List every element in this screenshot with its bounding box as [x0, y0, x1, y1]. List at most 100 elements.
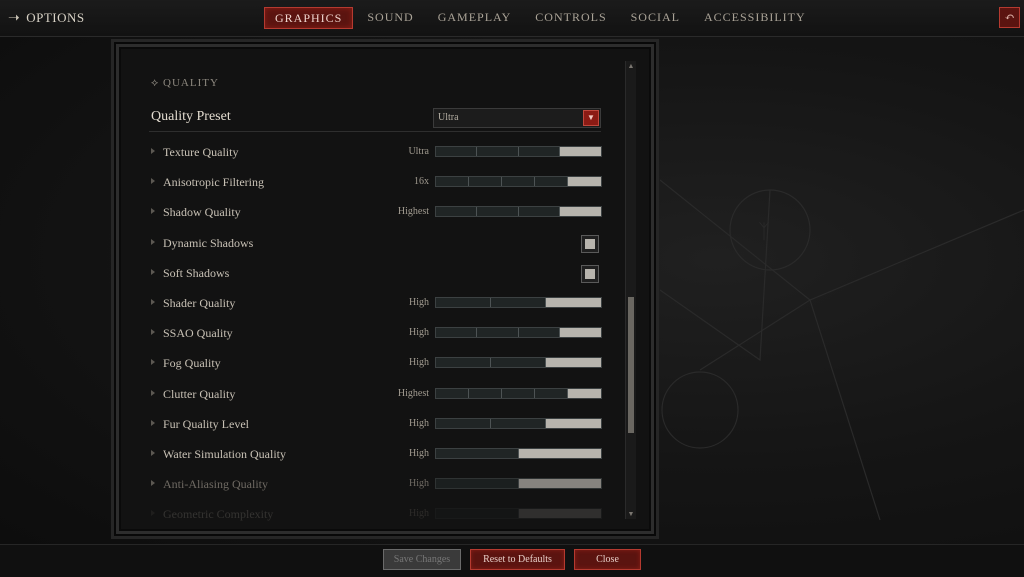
settings-panel: ⟡ QUALITY Quality Preset Ultra ▼ Texture… [116, 44, 654, 534]
slider-fill [518, 479, 601, 489]
setting-row-anisotropic-filtering[interactable]: Anisotropic Filtering 16x [139, 173, 609, 193]
slider-segment [491, 418, 546, 428]
tab-gameplay[interactable]: GAMEPLAY [428, 7, 522, 27]
background-sigil: ᛉ [660, 179, 1024, 521]
setting-row-soft-shadows[interactable]: Soft Shadows [139, 264, 609, 284]
setting-label: Fur Quality Level [163, 416, 249, 431]
setting-checkbox[interactable] [581, 264, 599, 283]
setting-row-shader-quality[interactable]: Shader Quality High [139, 294, 609, 314]
slider-segment [491, 358, 546, 368]
setting-slider[interactable] [435, 417, 602, 429]
slider-fill [559, 328, 601, 338]
tab-accessibility[interactable]: ACCESSIBILITY [694, 7, 816, 27]
setting-row-anti-aliasing-quality[interactable]: Anti-Aliasing Quality High [139, 475, 609, 495]
setting-slider[interactable] [435, 478, 602, 490]
options-title-text: OPTIONS [26, 10, 85, 25]
scroll-up-icon[interactable]: ▲ [626, 61, 636, 71]
expand-caret-icon[interactable] [151, 178, 155, 185]
slider-segment [491, 298, 546, 307]
slider-segment [436, 509, 519, 519]
expand-caret-icon[interactable] [151, 268, 155, 275]
setting-row-ssao-quality[interactable]: SSAO Quality High [139, 324, 609, 344]
slider-segment [469, 388, 502, 398]
settings-scroll-area[interactable]: ⟡ QUALITY Quality Preset Ultra ▼ Texture… [139, 61, 609, 521]
options-arrow-icon: ➝ [8, 10, 21, 26]
setting-row-fog-quality[interactable]: Fog Quality High [139, 354, 609, 374]
expand-caret-icon[interactable] [151, 299, 155, 305]
setting-slider[interactable] [435, 297, 602, 308]
setting-slider[interactable] [435, 508, 602, 520]
setting-slider[interactable] [435, 176, 602, 188]
slider-segment [502, 177, 535, 187]
setting-value: Ultra [408, 146, 429, 157]
save-changes-button[interactable]: Save Changes [383, 549, 461, 570]
setting-label: Anti-Aliasing Quality [163, 477, 268, 492]
expand-caret-icon[interactable] [151, 510, 155, 517]
slider-segment [436, 418, 491, 428]
setting-row-dynamic-shadows[interactable]: Dynamic Shadows [139, 234, 609, 254]
slider-segment [519, 328, 560, 338]
expand-caret-icon[interactable] [151, 238, 155, 245]
options-title[interactable]: ➝ OPTIONS [8, 8, 85, 28]
slider-fill [546, 298, 601, 307]
setting-slider[interactable] [435, 206, 602, 218]
setting-label: SSAO Quality [163, 326, 233, 341]
slider-segment [519, 207, 560, 217]
expand-caret-icon[interactable] [151, 419, 155, 426]
slider-fill [559, 207, 601, 217]
setting-value: High [409, 297, 429, 308]
slider-segment [436, 388, 469, 398]
expand-caret-icon[interactable] [151, 389, 155, 396]
slider-segment [436, 479, 519, 489]
setting-row-water-simulation-quality[interactable]: Water Simulation Quality High [139, 445, 609, 465]
setting-slider[interactable] [435, 448, 602, 459]
setting-label: Dynamic Shadows [163, 235, 254, 250]
close-button[interactable]: Close [574, 549, 641, 570]
tab-sound[interactable]: SOUND [357, 7, 423, 27]
expand-caret-icon[interactable] [151, 480, 155, 487]
tab-controls[interactable]: CONTROLS [525, 7, 616, 27]
setting-label: Anisotropic Filtering [163, 175, 264, 190]
scrollbar[interactable]: ▲ ▼ [625, 61, 636, 519]
slider-fill [559, 147, 601, 156]
scroll-down-icon[interactable]: ▼ [626, 509, 636, 519]
setting-row-geometric-complexity[interactable]: Geometric Complexity High [139, 505, 609, 521]
reset-to-defaults-button[interactable]: Reset to Defaults [470, 549, 565, 570]
setting-row-fur-quality-level[interactable]: Fur Quality Level High [139, 415, 609, 435]
setting-checkbox[interactable] [581, 234, 599, 253]
scrollbar-thumb[interactable] [628, 297, 634, 433]
dropdown-arrow-icon[interactable]: ▼ [583, 110, 599, 126]
setting-row-texture-quality[interactable]: Texture Quality Ultra [139, 143, 609, 163]
setting-slider[interactable] [435, 387, 602, 399]
setting-row-shadow-quality[interactable]: Shadow Quality Highest [139, 203, 609, 223]
section-title: QUALITY [163, 77, 219, 89]
slider-segment [477, 328, 519, 338]
tab-graphics[interactable]: GRAPHICS [264, 7, 354, 29]
tab-social[interactable]: SOCIAL [621, 7, 690, 27]
quality-preset-label: Quality Preset [151, 109, 231, 124]
slider-fill [546, 418, 601, 428]
setting-label: Geometric Complexity [163, 507, 274, 521]
divider [149, 131, 601, 132]
setting-value: 16x [414, 176, 429, 188]
quality-preset-dropdown[interactable]: Ultra ▼ [433, 108, 601, 128]
setting-value: Highest [397, 206, 429, 218]
setting-slider[interactable] [435, 327, 602, 339]
checkbox-mark [585, 238, 595, 249]
expand-caret-icon[interactable] [151, 329, 155, 336]
expand-caret-icon[interactable] [151, 450, 155, 456]
setting-row-clutter-quality[interactable]: Clutter Quality Highest [139, 385, 609, 405]
slider-segment [436, 449, 519, 458]
expand-caret-icon[interactable] [151, 148, 155, 154]
expand-caret-icon[interactable] [151, 208, 155, 215]
slider-fill [568, 388, 601, 398]
tab-bar: GRAPHICS SOUND GAMEPLAY CONTROLS SOCIAL … [264, 7, 820, 29]
slider-segment [519, 147, 560, 156]
section-header: ⟡ QUALITY [151, 77, 219, 90]
expand-caret-icon[interactable] [151, 359, 155, 366]
back-button[interactable]: ↶ [999, 7, 1020, 28]
diamond-icon: ⟡ [151, 77, 164, 89]
setting-slider[interactable] [435, 357, 602, 369]
slider-segment [477, 207, 519, 217]
setting-slider[interactable] [435, 146, 602, 157]
